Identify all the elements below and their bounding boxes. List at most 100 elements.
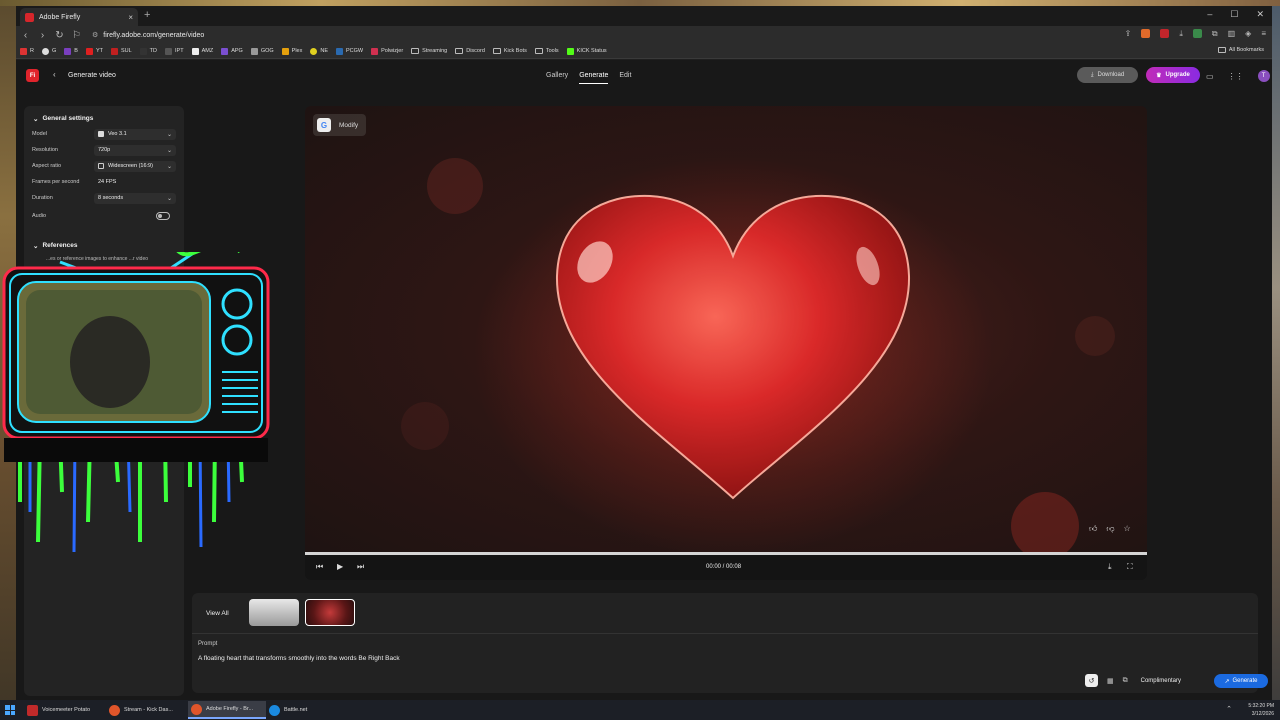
taskbar-stream[interactable]: Stream - Kick Das... [106,701,184,719]
history-icon[interactable]: ↺ [1085,674,1098,687]
extension-red-icon[interactable] [1160,29,1170,38]
forward-icon[interactable]: › [35,30,50,41]
nav-generate[interactable]: Generate [579,72,609,84]
style-icon[interactable]: ▦ [1107,677,1114,685]
bookmark-icon [336,47,344,55]
bookmark-item[interactable]: AMZ [191,47,213,55]
generation-thumbnail-selected[interactable] [305,599,355,626]
bookmark-item[interactable]: APG [221,47,243,55]
download-video-icon[interactable]: ⤓ [1108,562,1112,572]
header-icons: ▭ ⋮⋮ T [1206,70,1270,82]
bookmark-folder[interactable]: Kick Bots [492,48,527,54]
chevron-down-icon: ⌄ [166,147,172,154]
download-icon[interactable]: ⤓ [1179,29,1183,39]
tab-strip: Adobe Firefly × + – ☐ ✕ [16,6,1272,26]
extension-green-icon[interactable] [1192,29,1202,38]
play-icon[interactable]: ▶ [337,562,343,571]
reload-icon[interactable]: ↻ [52,30,67,41]
bookmark-icon[interactable]: ⚐ [69,30,84,41]
chevron-down-icon: ⌄ [166,163,172,170]
bookmark-item[interactable]: TD [139,47,157,55]
nav-edit[interactable]: Edit [619,72,631,84]
new-tab-icon[interactable]: + [144,9,150,21]
firefly-logo[interactable]: Fi [26,69,39,82]
video-preview[interactable]: G Modify 👍︎ 👎︎ ☆ [305,106,1147,560]
bookmark-item[interactable]: SUL [110,47,132,55]
model-select[interactable]: Veo 3.1 ⌄ [94,128,176,140]
general-settings-header[interactable]: ⌄ General settings [33,115,93,123]
bookmark-item[interactable]: YT [85,47,103,55]
maximize-icon[interactable]: ☐ [1230,9,1238,20]
minimize-icon[interactable]: – [1207,9,1212,20]
taskbar-voicemeeter[interactable]: Voicemeeter Potato [24,701,102,719]
sidebar-icon[interactable]: ▥ [1228,29,1236,39]
taskbar-firefly[interactable]: Adobe Firefly - Br... [188,701,266,719]
google-icon [41,47,49,55]
bookmark-folder[interactable]: Discord [455,48,485,54]
skip-back-icon[interactable]: ⏮ [316,562,323,572]
download-button[interactable]: ⤓ Download [1077,67,1138,83]
bookmark-item[interactable]: GOG [250,47,274,55]
avatar[interactable]: T [1257,70,1270,82]
taskbar-battlenet[interactable]: Battle.net [266,701,344,719]
references-header[interactable]: ⌄ References [33,242,78,250]
credits-icon[interactable]: ⧉ [1123,677,1128,685]
player-controls: ⏮ ▶ ⏭ 00:00 / 00:08 ⤓ ⛶ [305,555,1147,580]
chat-icon[interactable]: ▭ [1206,72,1214,81]
system-clock[interactable]: 5:32:20 PM 3/12/2026 [1248,702,1274,718]
extensions-icon[interactable]: ⧉ [1212,29,1218,39]
thumbs-down-icon[interactable]: 👎︎ [1106,524,1114,534]
all-bookmarks[interactable]: All Bookmarks [1217,47,1264,53]
brave-icon [191,703,202,715]
tray-chevron-up-icon[interactable]: ⌃ [1226,705,1232,713]
windows-taskbar: Voicemeeter Potato Stream - Kick Das... … [0,700,1280,720]
plex-icon [281,47,289,55]
firefly-favicon-icon [25,12,34,22]
bookmark-item[interactable]: KICK Status [566,47,607,55]
bookmark-item[interactable]: G [41,47,56,55]
youtube-icon [85,47,93,55]
bookmark-item[interactable]: PCGW [336,47,363,55]
resolution-select[interactable]: 720p ⌄ [94,144,176,156]
menu-icon[interactable]: ≡ [1261,29,1266,39]
bookmark-folder[interactable]: Streaming [411,48,447,54]
back-arrow-icon[interactable]: ‹ [53,70,56,79]
bookmark-folder[interactable]: Tools [534,48,559,54]
back-icon[interactable]: ‹ [18,30,33,41]
start-menu-icon[interactable] [5,705,15,715]
bookmark-item[interactable]: R [20,47,34,55]
brave-shield-icon[interactable] [1141,29,1151,38]
audio-toggle[interactable] [156,212,170,220]
browser-tab[interactable]: Adobe Firefly × [20,8,138,26]
generation-thumbnail[interactable] [249,599,299,626]
fullscreen-icon[interactable]: ⛶ [1127,562,1133,572]
wallet-icon[interactable]: ◈ [1245,29,1251,39]
upgrade-button[interactable]: ♛ Upgrade [1146,67,1200,83]
widescreen-icon [98,163,104,169]
address-bar[interactable]: ⚙ firefly.adobe.com/generate/video [92,31,204,40]
prompt-input[interactable]: A floating heart that transforms smoothl… [198,655,400,662]
view-all-button[interactable]: View All [206,610,229,617]
bookmark-item[interactable]: Plex [281,47,302,55]
nav-gallery[interactable]: Gallery [546,72,568,84]
bookmark-item[interactable]: Polwizjer [371,47,403,55]
duration-select[interactable]: 8 seconds ⌄ [94,192,176,204]
modify-button[interactable]: G Modify [313,114,367,136]
bookmark-item[interactable]: IPT [165,47,184,55]
thumbs-up-icon[interactable]: 👍︎ [1089,524,1097,534]
bookmark-item[interactable]: NE [310,47,328,55]
bookmark-item[interactable]: B [64,47,78,55]
folder-icon [1217,47,1226,53]
main-nav: Gallery Generate Edit [546,72,631,84]
site-info-icon[interactable]: ⚙ [92,31,98,39]
star-icon[interactable]: ☆ [1124,524,1131,534]
close-tab-icon[interactable]: × [128,13,133,22]
aspect-ratio-select[interactable]: Widescreen (16:9) ⌄ [94,160,176,172]
share-icon[interactable]: ⇪ [1125,29,1132,39]
folder-icon [411,48,420,54]
apps-grid-icon[interactable]: ⋮⋮ [1228,72,1244,81]
generate-button[interactable]: ↗ Generate [1214,674,1268,688]
skip-forward-icon[interactable]: ⏭ [357,562,364,572]
close-window-icon[interactable]: ✕ [1256,9,1264,20]
folder-icon [534,48,543,54]
